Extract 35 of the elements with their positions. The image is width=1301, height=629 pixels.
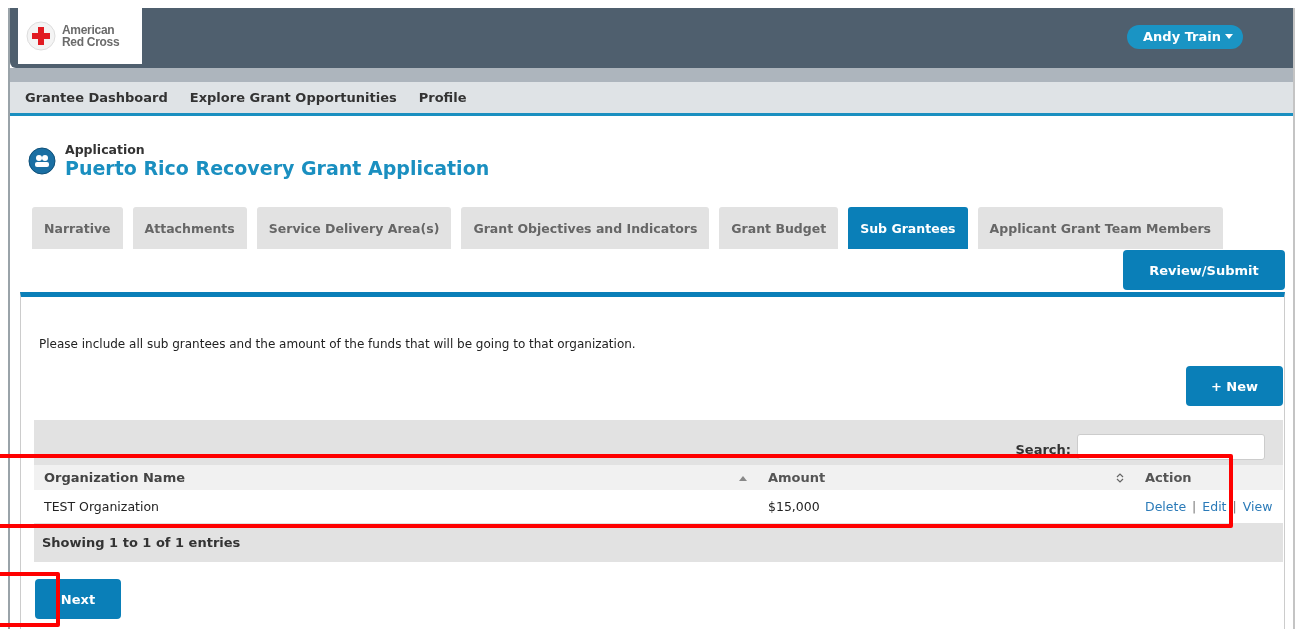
separator-text: |	[1232, 499, 1237, 514]
caret-icon	[1225, 34, 1233, 39]
search-label: Search:	[1015, 442, 1071, 457]
nav-link[interactable]: Grantee Dashboard	[25, 90, 168, 105]
nav-link[interactable]: Explore Grant Opportunities	[189, 90, 397, 105]
tab[interactable]: Attachments	[132, 207, 247, 249]
user-menu[interactable]: Andy Train	[1127, 25, 1243, 49]
column-header[interactable]: Amount	[758, 470, 1135, 485]
page-title: Puerto Rico Recovery Grant Application	[65, 157, 490, 179]
table-cell-text: TEST Organization	[43, 499, 160, 514]
column-header: Action	[1144, 470, 1193, 485]
tab[interactable]: Narrative	[32, 207, 123, 249]
action-link[interactable]: Edit	[1202, 499, 1227, 514]
action-link[interactable]: Delete	[1145, 499, 1187, 514]
new-button[interactable]: + New	[1186, 366, 1283, 406]
sort-icon	[1115, 471, 1125, 484]
tab[interactable]: Applicant Grant Team Members	[977, 207, 1223, 249]
entries-info: Showing 1 to 1 of 1 entries	[42, 535, 241, 550]
page-kicker: Application	[65, 142, 146, 157]
tab[interactable]: Sub Grantees	[848, 207, 968, 249]
separator-text: |	[1192, 499, 1197, 514]
application-icon	[28, 146, 56, 175]
table-cell-text: $15,000	[767, 499, 821, 514]
logo-text: American Red Cross	[62, 24, 120, 48]
tab[interactable]: Grant Budget	[719, 207, 839, 249]
highlight-frame	[0, 572, 60, 627]
review-submit-button[interactable]: Review/Submit	[1123, 250, 1285, 290]
nav-link[interactable]: Profile	[418, 90, 467, 105]
tab[interactable]: Service Delivery Area(s)	[256, 207, 452, 249]
column-header[interactable]: Organization Name	[34, 470, 758, 485]
cross-icon	[26, 21, 56, 51]
tab[interactable]: Grant Objectives and Indicators	[461, 207, 710, 249]
instructions-text: Please include all sub grantees and the amount of the funds that will be going to that organization.	[39, 337, 637, 351]
action-link[interactable]: View	[1242, 499, 1273, 514]
next-button[interactable]: Next	[35, 579, 121, 619]
